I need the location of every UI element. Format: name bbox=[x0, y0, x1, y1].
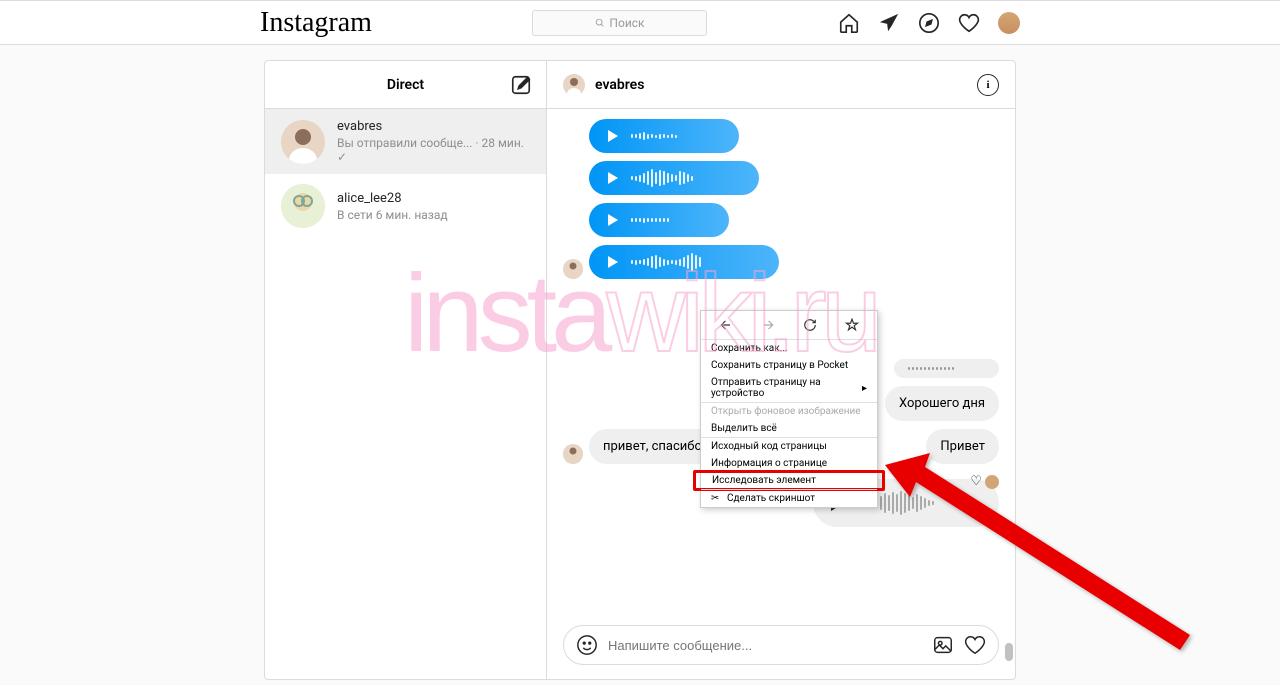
bookmark-icon[interactable] bbox=[844, 317, 860, 333]
conversation-info: alice_lee28 В сети 6 мин. назад bbox=[337, 191, 448, 222]
conversation-info: evabres Вы отправили сообще... · 28 мин.… bbox=[337, 119, 530, 164]
heart-icon: ♡ bbox=[970, 474, 982, 489]
avatar bbox=[563, 444, 583, 464]
audio-waveform bbox=[631, 169, 745, 187]
outgoing-group: Хорошего дня Привет ♡ bbox=[885, 359, 999, 489]
direct-panel: Direct evabres Вы отправили сообще... · … bbox=[264, 60, 1016, 680]
conversation-name: evabres bbox=[337, 119, 530, 134]
conversation-item[interactable]: evabres Вы отправили сообще... · 28 мин.… bbox=[265, 109, 546, 174]
instagram-logo[interactable]: Instagram bbox=[260, 7, 372, 39]
avatar bbox=[563, 259, 583, 279]
message-input[interactable] bbox=[608, 638, 922, 653]
scrollbar-thumb[interactable] bbox=[1005, 643, 1013, 661]
conversation-name: alice_lee28 bbox=[337, 191, 448, 206]
avatar bbox=[281, 184, 325, 228]
play-icon[interactable] bbox=[603, 211, 621, 229]
audio-waveform bbox=[631, 132, 725, 140]
sidebar-title: Direct bbox=[387, 77, 424, 93]
sidebar-header: Direct bbox=[265, 61, 546, 109]
chevron-right-icon: ▸ bbox=[862, 383, 867, 394]
play-icon[interactable] bbox=[603, 253, 621, 271]
compose-icon[interactable] bbox=[510, 74, 532, 96]
context-menu-item[interactable]: Сохранить страницу в Pocket bbox=[701, 357, 877, 374]
nav-icons bbox=[838, 12, 1020, 34]
avatar[interactable] bbox=[563, 74, 585, 96]
emoji-icon[interactable] bbox=[576, 634, 598, 656]
chat-contact-name[interactable]: evabres bbox=[595, 77, 644, 93]
message-composer bbox=[563, 625, 999, 665]
search-input[interactable]: Поиск bbox=[532, 10, 707, 36]
search-icon bbox=[595, 18, 605, 28]
context-menu-item[interactable]: Исследовать элемент bbox=[693, 470, 885, 491]
context-menu-item: Открыть фоновое изображение bbox=[701, 402, 877, 420]
search-placeholder: Поиск bbox=[609, 16, 644, 30]
text-message-incoming[interactable]: привет, спасибо bbox=[589, 429, 716, 464]
scrollbar[interactable] bbox=[1005, 111, 1013, 661]
conversation-item[interactable]: alice_lee28 В сети 6 мин. назад bbox=[265, 174, 546, 238]
profile-avatar[interactable] bbox=[998, 12, 1020, 34]
voice-message-incoming[interactable] bbox=[589, 203, 729, 237]
heart-icon[interactable] bbox=[958, 12, 980, 34]
text-message-outgoing[interactable]: Хорошего дня bbox=[885, 386, 999, 421]
audio-waveform bbox=[631, 253, 765, 271]
messenger-icon[interactable] bbox=[878, 12, 900, 34]
conversations-sidebar: Direct evabres Вы отправили сообще... · … bbox=[265, 61, 547, 679]
top-nav: Instagram Поиск bbox=[0, 0, 1280, 45]
reaction[interactable]: ♡ bbox=[970, 474, 999, 489]
explore-icon[interactable] bbox=[918, 12, 940, 34]
audio-waveform bbox=[908, 367, 985, 370]
play-icon[interactable] bbox=[603, 127, 621, 145]
photo-icon[interactable] bbox=[932, 634, 954, 656]
voice-message-incoming[interactable] bbox=[589, 119, 739, 153]
voice-message-incoming[interactable] bbox=[589, 245, 779, 279]
context-menu-item[interactable]: Выделить всё bbox=[701, 420, 877, 437]
context-menu: Сохранить как...Сохранить страницу в Poc… bbox=[700, 310, 878, 508]
info-icon[interactable]: i bbox=[977, 74, 999, 96]
conversation-status: В сети 6 мин. назад bbox=[337, 208, 448, 222]
avatar bbox=[281, 120, 325, 164]
reload-icon[interactable] bbox=[802, 317, 818, 333]
play-icon[interactable] bbox=[603, 169, 621, 187]
context-menu-item[interactable]: ✂Сделать скриншот bbox=[701, 489, 877, 507]
context-menu-item[interactable]: Сохранить как... bbox=[701, 340, 877, 357]
forward-icon[interactable] bbox=[760, 317, 776, 333]
screenshot-icon: ✂ bbox=[711, 493, 723, 504]
home-icon[interactable] bbox=[838, 12, 860, 34]
context-menu-toolbar bbox=[701, 311, 877, 340]
voice-message-outgoing[interactable] bbox=[894, 359, 999, 378]
context-menu-item[interactable]: Отправить страницу на устройство▸ bbox=[701, 374, 877, 402]
voice-message-incoming[interactable] bbox=[589, 161, 759, 195]
text-message-outgoing[interactable]: Привет bbox=[926, 429, 999, 464]
chat-header: evabres i bbox=[547, 61, 1015, 109]
audio-waveform bbox=[631, 218, 715, 223]
avatar bbox=[985, 475, 999, 489]
back-icon[interactable] bbox=[718, 317, 734, 333]
context-menu-item[interactable]: Исходный код страницы bbox=[701, 437, 877, 455]
heart-icon[interactable] bbox=[964, 634, 986, 656]
conversation-status: Вы отправили сообще... · 28 мин. ✓ bbox=[337, 136, 530, 164]
